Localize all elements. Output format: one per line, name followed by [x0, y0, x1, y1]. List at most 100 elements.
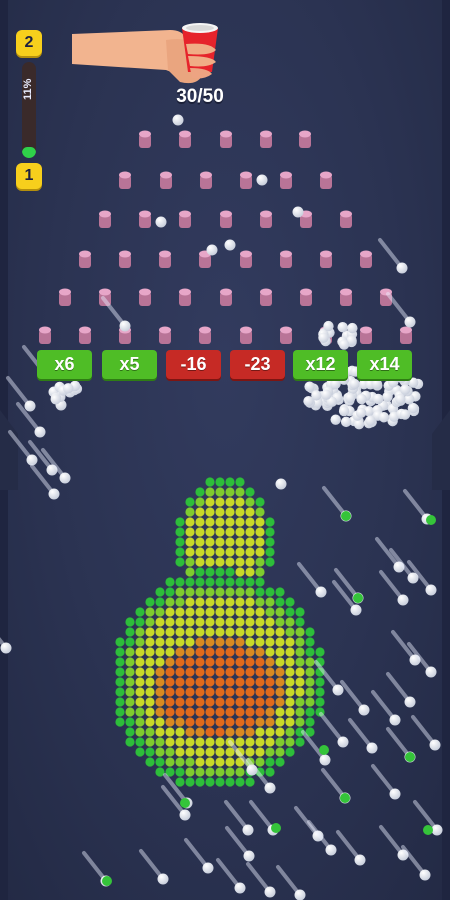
game-board[interactable]: 2 11% 1 30/50 x6 x5 -16 -23 x12 x14 — [0, 0, 450, 900]
fruit-ball — [285, 707, 295, 717]
peg-top — [320, 250, 332, 258]
fruit-ball — [245, 677, 255, 687]
ball — [419, 869, 431, 881]
fruit-ball — [225, 707, 235, 717]
fruit-ball — [255, 507, 265, 517]
fruit-ball — [245, 487, 255, 497]
fruit-ball — [245, 497, 255, 507]
fruit-ball — [235, 587, 245, 597]
fruit-ball — [195, 737, 205, 747]
ball — [315, 586, 327, 598]
ball — [371, 378, 383, 390]
fruit-ball — [265, 527, 275, 537]
fruit-ball — [265, 707, 275, 717]
fruit-ball — [305, 637, 315, 647]
fruit-ball — [175, 657, 185, 667]
fruit-ball — [125, 637, 135, 647]
fruit-ball — [255, 677, 265, 687]
fruit-ball — [135, 697, 145, 707]
fruit-ball — [265, 767, 275, 777]
peg-top — [159, 326, 171, 334]
play-field — [0, 114, 443, 900]
fruit-ball — [115, 677, 125, 687]
fruit-ball — [185, 587, 195, 597]
peg-top — [240, 250, 252, 258]
peg-top — [240, 326, 252, 334]
fruit-ball — [205, 537, 215, 547]
fruit-ball — [215, 617, 225, 627]
fruit-ball — [205, 687, 215, 697]
fruit-ball — [235, 557, 245, 567]
fruit-ball — [175, 647, 185, 657]
fruit-ball — [285, 637, 295, 647]
fruit-ball — [215, 537, 225, 547]
fruit-ball — [245, 597, 255, 607]
fruit-ball — [265, 757, 275, 767]
fruit-ball — [275, 717, 285, 727]
ball — [349, 378, 360, 390]
fruit-ball — [285, 697, 295, 707]
fruit-ball — [215, 727, 225, 737]
fruit-ball — [285, 607, 295, 617]
fruit-ball — [305, 677, 315, 687]
fruit-ball — [245, 737, 255, 747]
ball — [382, 391, 393, 403]
fruit-ball — [225, 667, 235, 677]
fruit-ball — [295, 707, 305, 717]
fruit-ball — [215, 567, 225, 577]
fruit-ball — [215, 687, 225, 697]
fruit-ball — [195, 497, 205, 507]
fruit-ball — [215, 627, 225, 637]
fruit-ball — [145, 687, 155, 697]
fruit-ball — [245, 517, 255, 527]
fruit-ball — [245, 707, 255, 717]
fruit-ball — [205, 517, 215, 527]
fruit-ball — [205, 747, 215, 757]
fruit-ball — [125, 727, 135, 737]
fruit-ball — [185, 647, 195, 657]
fruit-ball — [165, 647, 175, 657]
fruit-ball — [135, 737, 145, 747]
fruit-ball — [315, 697, 325, 707]
fruit-ball — [245, 577, 255, 587]
fruit-ball — [225, 587, 235, 597]
fruit-ball — [195, 617, 205, 627]
hand-holding-cup-icon[interactable] — [70, 20, 230, 90]
fruit-ball — [155, 727, 165, 737]
fruit-ball — [175, 557, 185, 567]
ball — [179, 809, 191, 821]
fruit-ball — [225, 767, 235, 777]
fruit-ball — [235, 497, 245, 507]
fruit-ball — [215, 647, 225, 657]
ball-counter: 30/50 — [176, 86, 224, 107]
fruit-ball — [245, 687, 255, 697]
fruit-ball — [215, 767, 225, 777]
ball — [119, 320, 131, 332]
fruit-ball — [295, 687, 305, 697]
fruit-ball — [125, 627, 135, 637]
fruit-ball — [185, 557, 195, 567]
fruit-ball — [235, 707, 245, 717]
fruit-ball — [165, 737, 175, 747]
fruit-ball — [265, 587, 275, 597]
fruit-ball — [185, 687, 195, 697]
fruit-ball — [285, 597, 295, 607]
fruit-ball — [235, 507, 245, 517]
multiplier-bonus: x5 — [102, 350, 157, 379]
fruit-ball — [195, 587, 205, 597]
fruit-ball — [155, 747, 165, 757]
fruit-ball — [195, 697, 205, 707]
fruit-ball — [205, 697, 215, 707]
fruit-ball — [115, 647, 125, 657]
fruit-ball — [275, 737, 285, 747]
fruit-ball — [245, 537, 255, 547]
fruit-ball — [155, 717, 165, 727]
ball — [275, 478, 287, 490]
fruit-ball — [235, 537, 245, 547]
green-ball — [180, 798, 190, 808]
fruit-ball — [235, 727, 245, 737]
fruit-ball — [235, 717, 245, 727]
fruit-ball — [255, 517, 265, 527]
fruit-ball — [245, 637, 255, 647]
fruit-ball — [175, 707, 185, 717]
